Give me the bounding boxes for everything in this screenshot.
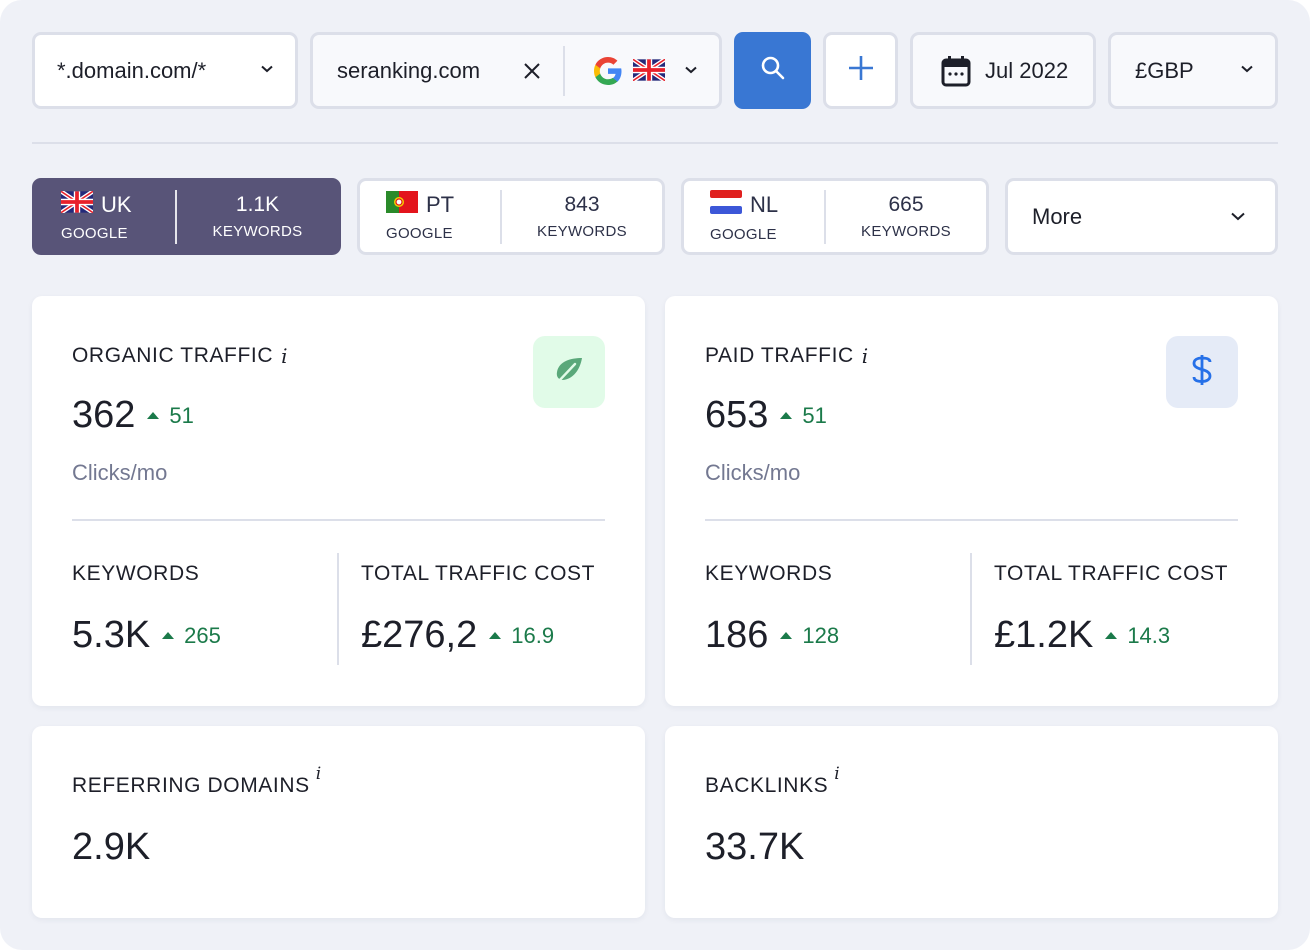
delta-up: 51 xyxy=(780,402,827,429)
delta-up: 16.9 xyxy=(489,623,554,649)
delta-value: 16.9 xyxy=(511,622,555,648)
leaf-icon xyxy=(553,356,585,389)
arrow-up-icon xyxy=(162,632,175,639)
search-button[interactable] xyxy=(734,32,811,109)
delta-up: 265 xyxy=(162,623,221,649)
tab-divider xyxy=(175,189,177,244)
nl-flag-icon xyxy=(710,190,742,220)
keywords-value: 5.3K xyxy=(72,614,151,656)
database-country: UK xyxy=(101,192,132,217)
keywords-value: 186 xyxy=(705,614,769,656)
database-count-label: KEYWORDS xyxy=(861,223,951,240)
delta-value: 51 xyxy=(169,402,194,428)
traffic-cost-value: £1.2K xyxy=(994,614,1094,656)
delta-value: 128 xyxy=(802,622,840,648)
google-logo-icon[interactable] xyxy=(591,54,625,93)
organic-traffic-value: 362 xyxy=(72,394,136,436)
delta-value: 14.3 xyxy=(1127,622,1171,648)
date-picker[interactable]: Jul 2022 xyxy=(910,32,1096,109)
card-title: BACKLINKS xyxy=(705,774,829,797)
database-keyword-count: 665 xyxy=(888,193,924,216)
toolbar-divider xyxy=(32,142,1278,144)
leaf-icon-box xyxy=(533,336,605,408)
uk-flag-icon xyxy=(59,189,95,219)
dollar-icon xyxy=(1190,353,1214,392)
card-divider xyxy=(970,553,972,665)
card-title: ORGANIC TRAFFIC xyxy=(72,344,274,367)
delta-up: 128 xyxy=(780,623,839,649)
delta-value: 265 xyxy=(184,622,221,648)
dollar-icon-box xyxy=(1166,336,1238,408)
clear-icon[interactable] xyxy=(523,62,541,85)
paid-traffic-value: 653 xyxy=(705,394,769,436)
database-tab-nl[interactable]: NL GOOGLE 665 KEYWORDS xyxy=(681,178,989,255)
keywords-label: KEYWORDS xyxy=(72,562,200,585)
card-title: PAID TRAFFIC xyxy=(705,344,854,367)
traffic-cost-label: TOTAL TRAFFIC COST xyxy=(994,562,1229,585)
more-label: More xyxy=(1032,203,1083,229)
database-engine: GOOGLE xyxy=(386,225,453,242)
unit-label: Clicks/mo xyxy=(72,460,168,485)
database-count-label: KEYWORDS xyxy=(537,223,627,240)
traffic-cost-value: £276,2 xyxy=(361,614,478,656)
delta-up: 14.3 xyxy=(1105,623,1170,649)
paid-traffic-card: PAID TRAFFIC i 653 51 Clicks/mo KEYWORDS… xyxy=(665,296,1278,706)
backlinks-card: BACKLINKS i 33.7K xyxy=(665,726,1278,918)
database-engine: GOOGLE xyxy=(710,226,777,243)
card-divider xyxy=(72,519,605,521)
domain-mode-value: *.domain.com/* xyxy=(57,57,207,83)
info-icon[interactable]: i xyxy=(281,344,288,368)
arrow-up-icon xyxy=(147,412,160,419)
chevron-down-icon xyxy=(1241,65,1253,77)
currency-select[interactable]: £GBP xyxy=(1108,32,1278,109)
arrow-up-icon xyxy=(780,632,793,639)
pt-flag-icon xyxy=(386,191,418,219)
unit-label: Clicks/mo xyxy=(705,460,801,485)
database-country: PT xyxy=(426,192,455,217)
date-value: Jul 2022 xyxy=(985,57,1069,83)
backlinks-value: 33.7K xyxy=(705,826,805,868)
arrow-up-icon xyxy=(780,412,793,419)
chevron-down-icon xyxy=(1231,212,1245,224)
more-databases-dropdown[interactable]: More xyxy=(1005,178,1278,255)
delta-up: 51 xyxy=(147,402,194,429)
database-keyword-count: 843 xyxy=(564,193,600,216)
plus-icon xyxy=(848,55,874,86)
database-tab-pt[interactable]: PT GOOGLE 843 KEYWORDS xyxy=(357,178,665,255)
card-divider xyxy=(337,553,339,665)
card-title: REFERRING DOMAINS xyxy=(72,774,310,797)
info-icon[interactable]: i xyxy=(862,344,869,368)
field-divider xyxy=(563,46,565,96)
currency-value: £GBP xyxy=(1135,57,1194,83)
card-divider xyxy=(705,519,1238,521)
delta-value: 51 xyxy=(802,402,827,428)
info-icon[interactable]: i xyxy=(316,764,322,784)
database-country: NL xyxy=(750,192,779,217)
database-count-label: KEYWORDS xyxy=(212,223,303,240)
page-background: *.domain.com/* seranking.com Jul 2022 £G… xyxy=(0,0,1310,950)
database-keyword-count: 1.1K xyxy=(235,193,280,216)
add-button[interactable] xyxy=(823,32,898,109)
arrow-up-icon xyxy=(489,632,502,639)
domain-search-field[interactable]: seranking.com xyxy=(310,32,722,109)
search-input[interactable]: seranking.com xyxy=(337,58,480,84)
uk-flag-icon[interactable] xyxy=(631,57,667,86)
keywords-label: KEYWORDS xyxy=(705,562,833,585)
arrow-up-icon xyxy=(1105,632,1118,639)
chevron-down-icon[interactable] xyxy=(685,66,697,78)
database-tab-uk[interactable]: UK GOOGLE 1.1K KEYWORDS xyxy=(32,178,341,255)
domain-mode-select[interactable]: *.domain.com/* xyxy=(32,32,298,109)
database-engine: GOOGLE xyxy=(61,225,128,242)
calendar-icon xyxy=(941,55,971,87)
referring-domains-value: 2.9K xyxy=(72,826,151,868)
organic-traffic-card: ORGANIC TRAFFIC i 362 51 Clicks/mo KEYWO… xyxy=(32,296,645,706)
traffic-cost-label: TOTAL TRAFFIC COST xyxy=(361,562,596,585)
referring-domains-card: REFERRING DOMAINS i 2.9K xyxy=(32,726,645,918)
search-icon xyxy=(760,55,786,86)
info-icon[interactable]: i xyxy=(834,764,840,784)
chevron-down-icon xyxy=(261,65,273,77)
